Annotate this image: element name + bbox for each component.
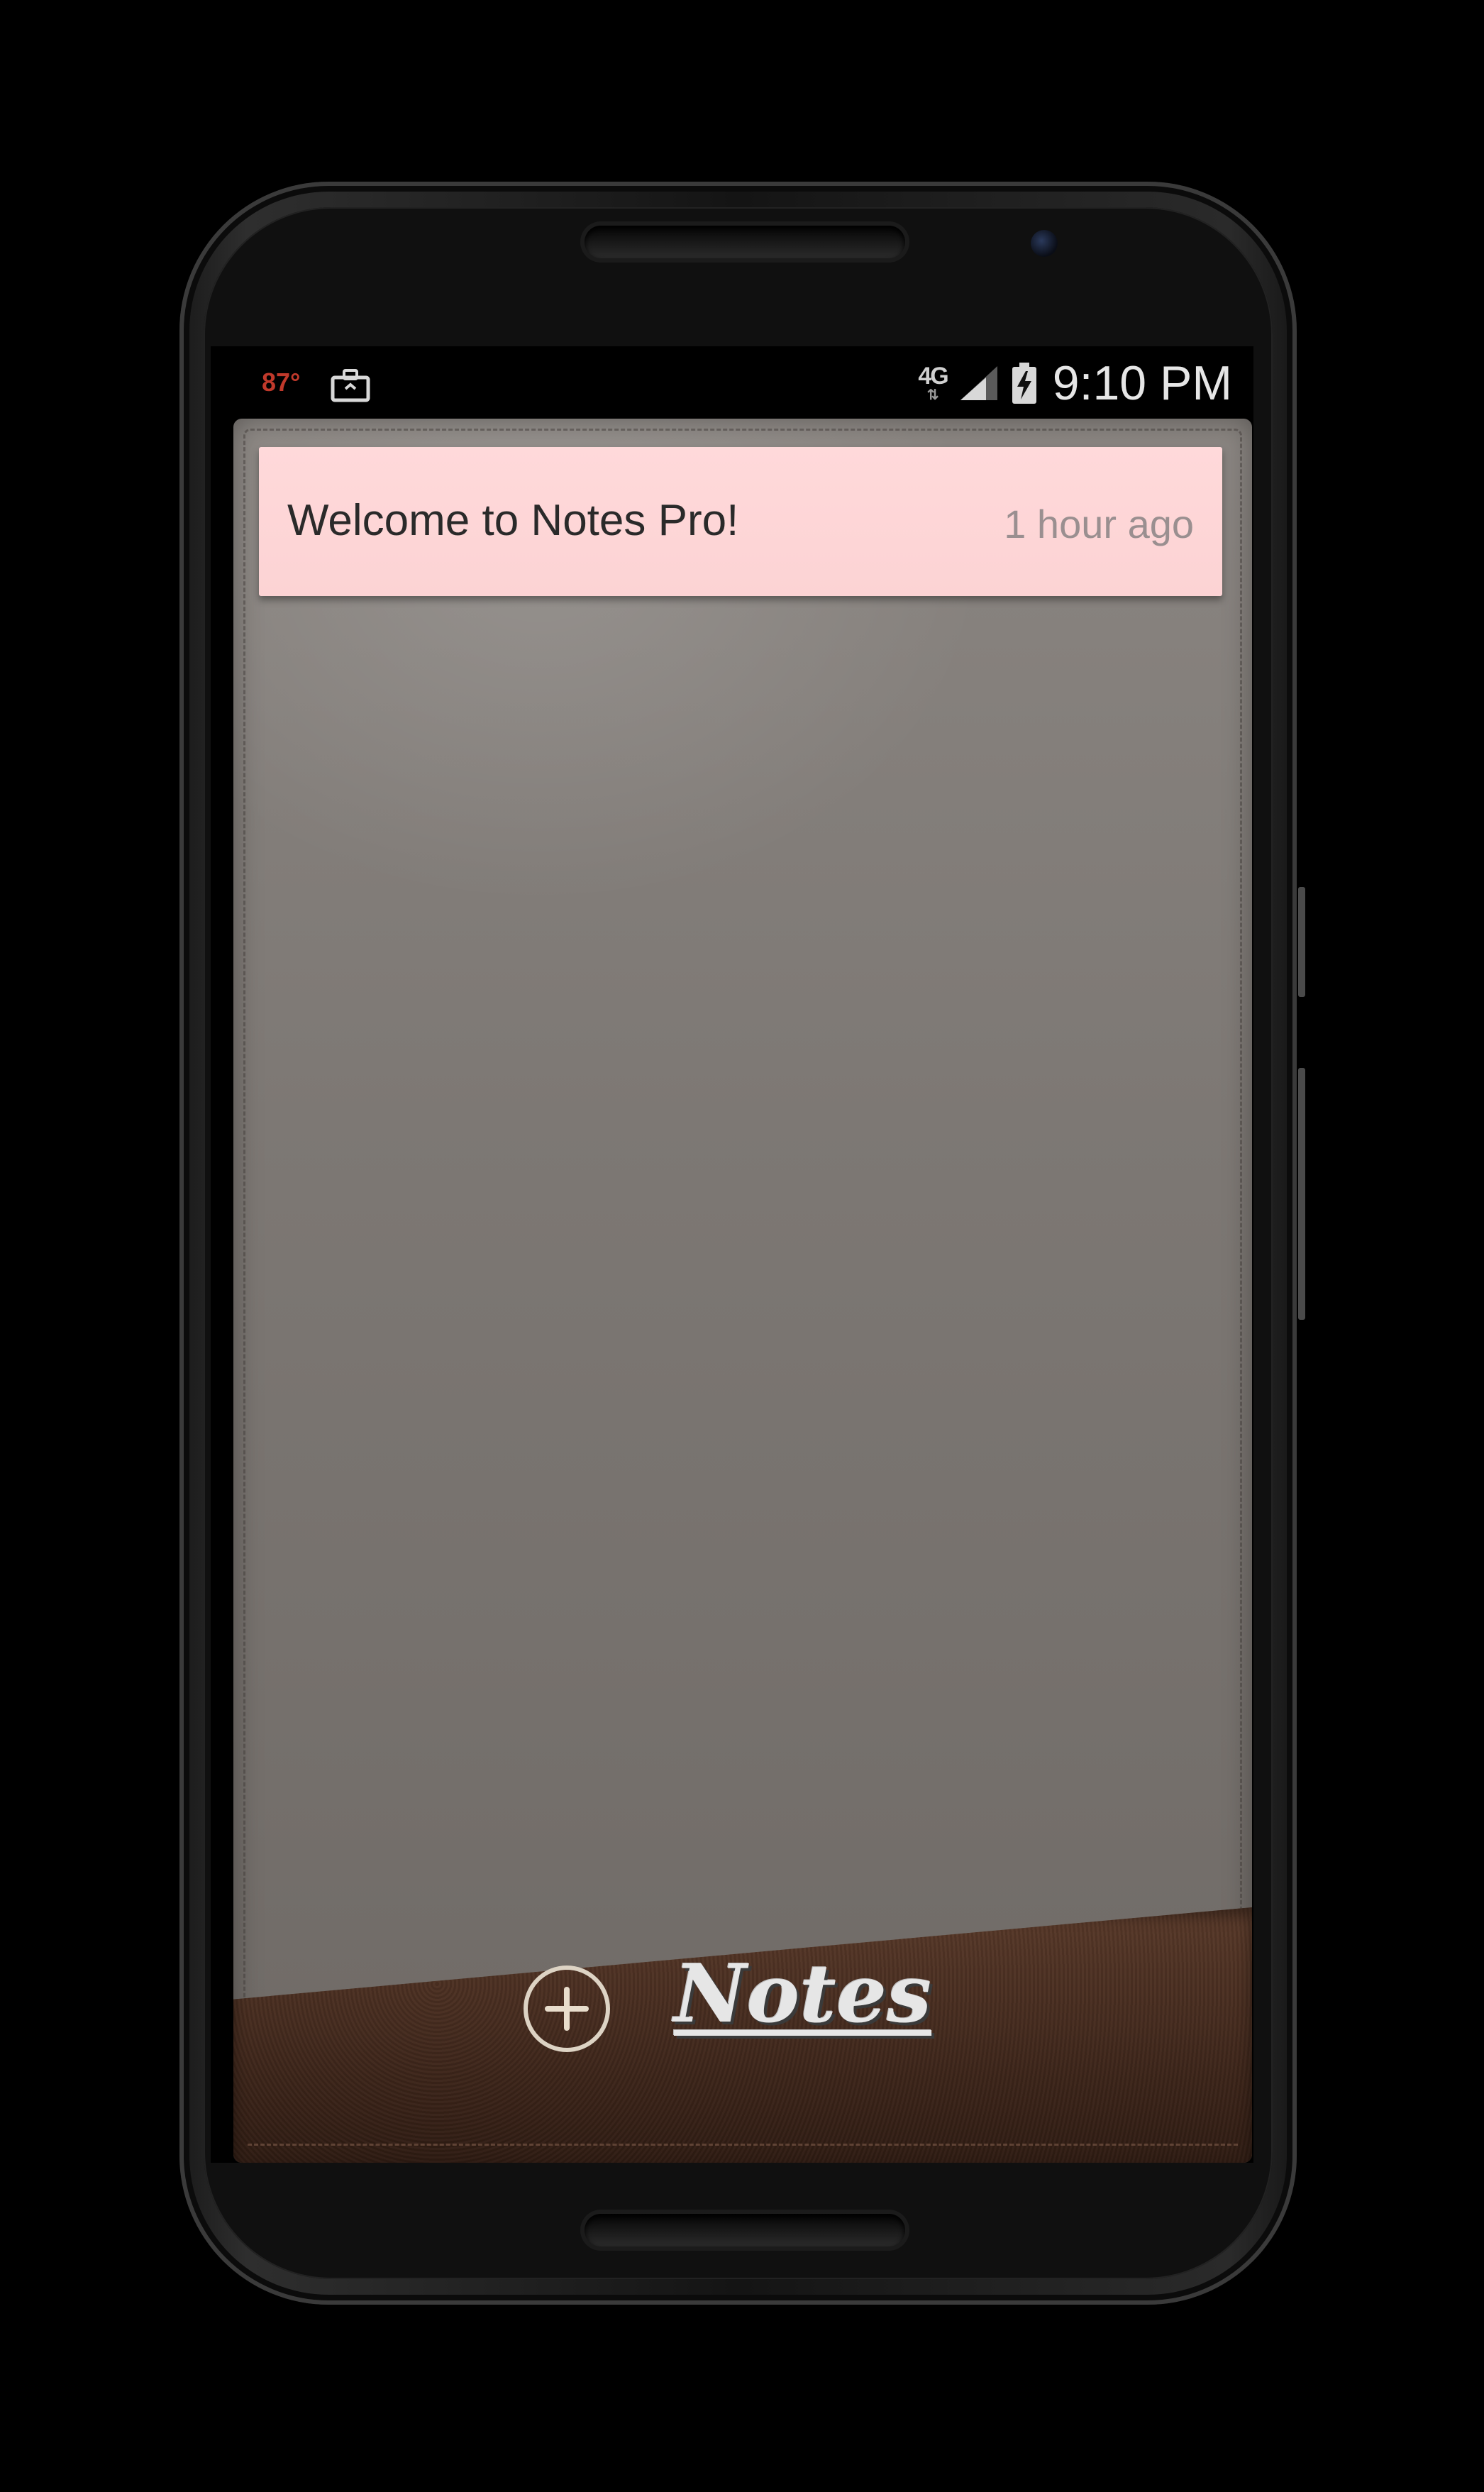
clock: 9:10 PM	[1052, 356, 1232, 410]
volume-button	[1298, 887, 1305, 997]
note-item[interactable]: Welcome to Notes Pro! 1 hour ago	[259, 447, 1222, 596]
signal-strength-icon	[960, 366, 997, 400]
note-title: Welcome to Notes Pro!	[287, 496, 739, 545]
leather-stitch	[248, 2144, 1238, 2146]
add-note-button[interactable]	[524, 1966, 610, 2052]
briefcase-icon	[331, 369, 370, 402]
status-icons: 4G ⇅ 9:10 PM	[918, 355, 1232, 412]
data-arrows-icon: ⇅	[926, 387, 939, 403]
weather-temperature: 87°	[262, 368, 301, 397]
battery-charging-icon	[1012, 363, 1036, 404]
note-timestamp: 1 hour ago	[1004, 502, 1194, 546]
stitch-border	[243, 429, 1242, 2153]
network-type-indicator: 4G ⇅	[918, 363, 948, 403]
power-button	[1298, 1068, 1305, 1320]
plus-icon	[545, 1987, 589, 2031]
notes-app: Welcome to Notes Pro! 1 hour ago	[233, 419, 1252, 2163]
status-bar: 87° 4G ⇅ 9:10 PM	[211, 346, 1253, 419]
screen: 87° 4G ⇅ 9:10 PM Welcome to Notes Pro! 1…	[211, 346, 1253, 2163]
notes-logo: Notes	[674, 1948, 932, 2041]
front-camera	[1031, 230, 1058, 257]
network-type-label: 4G	[918, 363, 948, 390]
bottom-speaker	[585, 2214, 905, 2246]
top-speaker	[585, 226, 905, 258]
